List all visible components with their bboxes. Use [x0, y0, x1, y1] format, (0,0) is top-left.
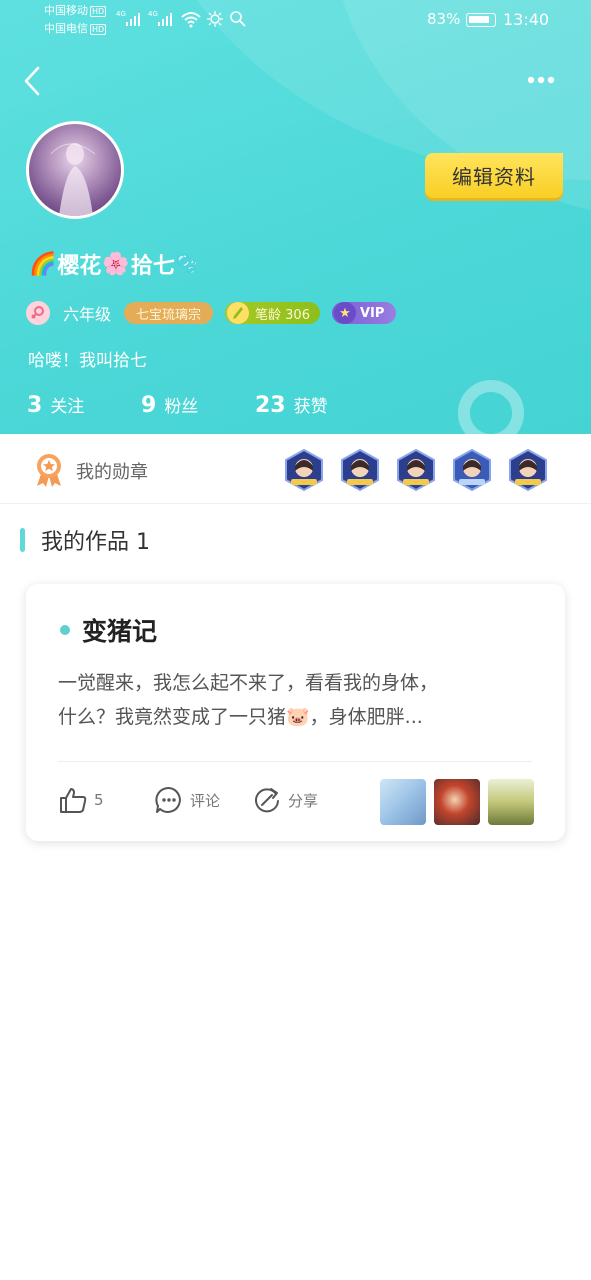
work-excerpt: 一觉醒来，我怎么起不来了，看看我的身体， 什么？我竟然变成了一只猪🐷，身体肥胖.…: [58, 666, 534, 734]
stat-number: 23: [255, 393, 286, 418]
rainbow-icon: 🌈: [29, 251, 57, 277]
medal-badge-icon[interactable]: [339, 449, 381, 491]
comment-label: 评论: [190, 791, 221, 810]
work-thumbnails: [372, 779, 534, 825]
vip-label: VIP: [359, 305, 385, 321]
user-name-part: 拾七: [130, 254, 175, 279]
medal-label: 我的勋章: [76, 462, 148, 483]
grade-label: 六年级: [63, 305, 112, 324]
user-bio: 哈喽！我叫拾七: [28, 351, 147, 371]
star-icon: ★: [333, 302, 356, 324]
profile-page: 中国移动 HD 中国电信 HD 4G 4G 83% 13:40 编辑资料 🌈 樱…: [0, 0, 591, 1280]
avatar-figure: [50, 143, 96, 216]
wifi-icon: [181, 12, 201, 28]
stat-label: 粉丝: [164, 397, 199, 417]
header-ring-decoration: [458, 380, 524, 434]
works-title-label: 我的作品 1: [41, 530, 150, 555]
vip-badge[interactable]: ★ VIP: [331, 302, 397, 324]
more-icon[interactable]: [522, 68, 562, 92]
work-actions: 5 评论 分享: [58, 779, 534, 825]
thumbnail-image[interactable]: [380, 779, 426, 825]
excerpt-line: 一觉醒来，我怎么起不来了，看看我的身体，: [58, 672, 439, 694]
stat-number: 9: [141, 393, 157, 418]
user-name-part: 樱花: [57, 254, 102, 279]
medal-badge-icon[interactable]: [283, 449, 325, 491]
status-bar: 中国移动 HD 中国电信 HD 4G 4G 83% 13:40: [0, 0, 591, 42]
work-card[interactable]: 变猪记 一觉醒来，我怎么起不来了，看看我的身体， 什么？我竟然变成了一只猪🐷，身…: [26, 584, 565, 841]
medal-icon: [37, 454, 61, 487]
profile-header: 中国移动 HD 中国电信 HD 4G 4G 83% 13:40 编辑资料 🌈 樱…: [0, 0, 591, 434]
stat-number: 3: [27, 393, 43, 418]
medal-badge-icon[interactable]: [507, 449, 549, 491]
comment-button[interactable]: 评论: [154, 780, 220, 820]
signal-icon: 4G: [116, 10, 140, 26]
status-time: 13:40: [503, 10, 550, 29]
blossom-icon: 🌸: [102, 251, 130, 277]
share-label: 分享: [288, 791, 319, 810]
battery-icon: [466, 13, 496, 27]
user-stats: 3 关注 9 粉丝 23 获赞: [27, 392, 328, 422]
stat-label: 关注: [50, 397, 85, 417]
like-button[interactable]: 5: [58, 780, 104, 820]
share-button[interactable]: 分享: [252, 780, 318, 820]
work-title: 变猪记: [60, 612, 157, 648]
thumbs-up-icon: [60, 788, 87, 813]
signal-icon: 4G: [148, 10, 172, 26]
sect-badge[interactable]: 七宝琉璃宗: [124, 302, 214, 324]
pen-age-label: 笔龄 306: [255, 307, 310, 323]
share-icon: [255, 788, 279, 813]
medal-row[interactable]: 我的勋章: [0, 434, 591, 504]
back-icon[interactable]: [20, 64, 50, 98]
stat-followers[interactable]: 9 粉丝: [141, 392, 255, 418]
carrier-1: 中国移动 HD: [44, 4, 107, 17]
title-dot: [60, 625, 70, 635]
avatar[interactable]: [26, 121, 124, 219]
like-count: 5: [94, 791, 104, 809]
comment-icon: [155, 786, 181, 813]
work-title-text: 变猪记: [82, 617, 158, 646]
user-badges: 六年级 七宝琉璃宗 笔龄 306 ★ VIP: [26, 300, 397, 326]
svg-text:4G: 4G: [116, 10, 126, 18]
user-name: 🌈 樱花 🌸 拾七 🫧: [28, 247, 199, 281]
bubble-icon: 🫧: [175, 253, 199, 275]
stat-likes[interactable]: 23 获赞: [255, 392, 328, 418]
medal-list: [283, 449, 563, 491]
section-accent-bar: [20, 528, 25, 552]
divider: [58, 761, 532, 762]
battery-percent: 83%: [427, 10, 461, 28]
female-icon: [26, 301, 50, 325]
stat-label: 获赞: [293, 397, 328, 417]
thumbnail-image[interactable]: [434, 779, 480, 825]
search-status-icon: [230, 11, 246, 27]
excerpt-line: 什么？我竟然变成了一只猪🐷，身体肥胖...: [58, 706, 423, 728]
medal-badge-icon[interactable]: [395, 449, 437, 491]
thumbnail-image[interactable]: [488, 779, 534, 825]
stat-following[interactable]: 3 关注: [27, 392, 141, 418]
brightness-icon: [207, 11, 223, 27]
pen-age-badge[interactable]: 笔龄 306: [225, 302, 320, 324]
pen-icon: [227, 302, 250, 324]
carrier-2: 中国电信 HD: [44, 22, 107, 35]
edit-profile-button[interactable]: 编辑资料: [425, 153, 563, 198]
svg-text:4G: 4G: [148, 10, 158, 18]
medal-badge-icon[interactable]: [451, 449, 493, 491]
works-section-title: 我的作品 1: [20, 524, 150, 556]
